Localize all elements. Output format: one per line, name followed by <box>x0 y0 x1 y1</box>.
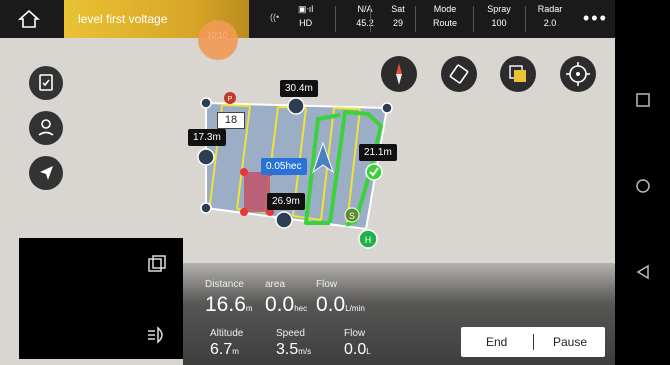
flow-total-label: Flow <box>344 328 366 339</box>
locate-aircraft-button[interactable] <box>29 156 63 190</box>
android-nav-bar <box>615 0 670 365</box>
distance-value: 16.6m <box>205 293 253 316</box>
eraser-icon <box>449 64 469 84</box>
layers-icon <box>509 65 526 82</box>
start-marker-label: S <box>349 211 355 221</box>
status-banner[interactable]: level first voltage 10:10 <box>64 0 249 60</box>
hd-link: ▣ᐧıl HD <box>298 4 314 28</box>
area-tag: 0.05hec <box>261 158 307 175</box>
compass-icon <box>396 63 402 85</box>
recents-icon[interactable] <box>635 92 651 108</box>
more-menu-button[interactable]: ••• <box>583 8 608 29</box>
clipboard-check-icon <box>39 74 53 91</box>
action-divider <box>533 334 534 350</box>
controller-icon: ▣ᐧıl <box>298 4 314 14</box>
spray-status: Spray 100 <box>487 4 511 28</box>
satellite-status: Sat 29 <box>391 4 405 28</box>
altitude-label: Altitude <box>210 328 244 339</box>
route-pin-icon <box>38 119 54 136</box>
end-button[interactable]: End <box>486 335 507 349</box>
area-value: 0.0hec <box>265 293 308 316</box>
speed-value: 3.5m/s <box>276 341 312 358</box>
radar-status: Radar 2.0 <box>537 4 563 28</box>
plan-route-button[interactable] <box>29 111 63 145</box>
layers-button[interactable] <box>500 56 536 92</box>
p-marker-label: P <box>228 96 233 103</box>
screen: S H P 18 30.4m 17.3m 21.1m 26.9m 0.05hec <box>0 0 670 365</box>
flow-rate-value: 0.0L/min <box>316 293 365 316</box>
target-button[interactable] <box>560 56 596 92</box>
crosshair-icon <box>566 62 590 86</box>
speed-label: Speed <box>276 328 305 339</box>
edge-label-left: 17.3m <box>188 129 226 146</box>
eraser-button[interactable] <box>441 56 477 92</box>
home-icon[interactable] <box>18 9 40 29</box>
flow-total-value: 0.0L <box>344 341 371 358</box>
pause-button[interactable]: Pause <box>553 335 587 349</box>
flow-rate-label: Flow <box>316 279 338 290</box>
camera-preview[interactable] <box>19 238 183 359</box>
home-marker-label: H <box>365 235 372 245</box>
altitude-value: 6.7m <box>210 341 239 358</box>
top-status-bar: level first voltage 10:10 ((• ▣ᐧıl HD N/… <box>0 0 615 60</box>
mode-status: Mode Route <box>432 4 458 28</box>
touch-indicator: 10:10 <box>198 20 238 60</box>
switch-view-icon[interactable] <box>146 254 168 276</box>
action-bar: End Pause <box>461 327 605 357</box>
android-home-icon[interactable] <box>635 178 651 194</box>
navigation-arrow-icon <box>40 166 53 180</box>
distance-label: Distance <box>205 279 244 290</box>
compass-button[interactable] <box>381 56 417 92</box>
edge-label-right: 21.1m <box>359 144 397 161</box>
status-text: level first voltage <box>78 12 168 26</box>
area-label: area <box>265 279 286 290</box>
task-checklist-button[interactable] <box>29 66 63 100</box>
back-icon[interactable] <box>635 264 651 280</box>
edge-label-bottom: 26.9m <box>267 193 305 210</box>
telemetry-panel: Distance 16.6m area 0.0hec Flow 0.0L/min… <box>183 263 615 365</box>
signal-icon: ((• <box>270 12 280 22</box>
field-number-box[interactable]: 18 <box>217 112 245 129</box>
headlight-icon[interactable] <box>146 326 168 344</box>
edge-label-top: 30.4m <box>280 80 318 97</box>
